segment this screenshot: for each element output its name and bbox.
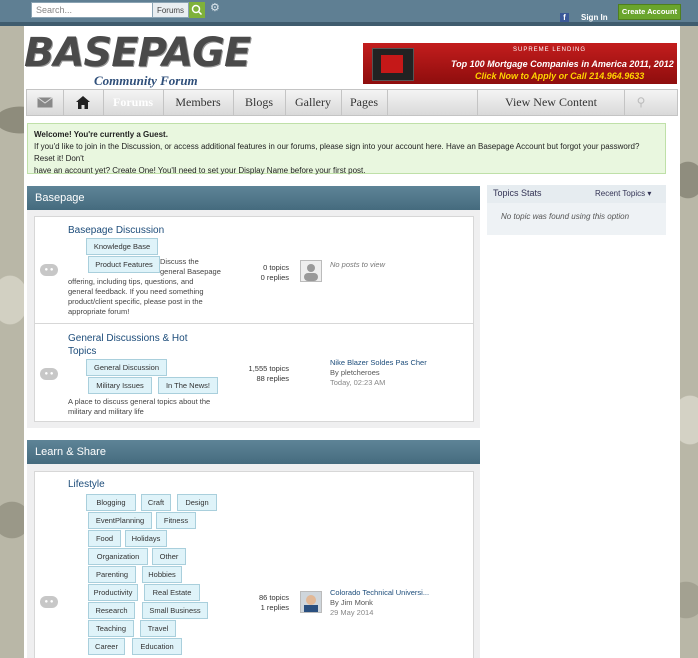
- ad-line-2: Click Now to Apply or Call 214.964.9633: [475, 71, 645, 81]
- forum-row: ● ● General Discussions & Hot Topics Gen…: [34, 324, 474, 422]
- subforum-tag[interactable]: Research: [88, 602, 135, 619]
- last-post-title[interactable]: Colorado Technical Universi...: [330, 588, 429, 598]
- location-icon[interactable]: ⚲: [623, 90, 659, 115]
- house-icon: [76, 96, 90, 109]
- messages-icon[interactable]: [27, 90, 64, 115]
- category-header-learn-share[interactable]: Learn & Share: [27, 440, 480, 464]
- category-header-basepage[interactable]: Basepage: [27, 186, 480, 210]
- nav-item-gallery[interactable]: Gallery: [285, 90, 342, 115]
- welcome-message: Welcome! You're currently a Guest. If yo…: [27, 123, 666, 175]
- forum-status-icon: ● ●: [40, 368, 58, 380]
- search-icon: [191, 4, 203, 16]
- forum-title-link[interactable]: Lifestyle: [68, 478, 105, 491]
- subforum-tag[interactable]: Organization: [88, 548, 148, 565]
- forum-row: ● ● Lifestyle Blogging Craft Design Even…: [34, 471, 474, 658]
- subforum-tag[interactable]: Other: [152, 548, 186, 565]
- search-button[interactable]: [189, 2, 205, 18]
- forum-title-link[interactable]: Basepage Discussion: [68, 224, 164, 237]
- sign-in-link[interactable]: Sign In: [581, 13, 608, 22]
- forum-description: Discuss the general Basepage: [160, 257, 221, 276]
- last-post-date: Today, 02:23 AM: [330, 378, 386, 387]
- forum-stats: 86 topics 1 replies: [258, 593, 289, 612]
- forum-description-cont: offering, including tips, questions, and…: [68, 277, 204, 316]
- forum-status-icon: ● ●: [40, 264, 58, 276]
- logo-main-text: BASEPAGE: [24, 30, 251, 76]
- last-post-author: By pletcheroes: [330, 368, 380, 377]
- subforum-tag[interactable]: Small Business: [142, 602, 208, 619]
- envelope-icon: [37, 97, 53, 108]
- avatar: [300, 260, 322, 282]
- subforum-tag[interactable]: Teaching: [88, 620, 134, 637]
- subforum-tag[interactable]: Education: [132, 638, 182, 655]
- search-input[interactable]: Search...: [31, 2, 153, 18]
- nav-item-forums[interactable]: Forums: [103, 90, 164, 115]
- last-post: Colorado Technical Universi... By Jim Mo…: [330, 588, 429, 618]
- nav-item-pages[interactable]: Pages: [341, 90, 388, 115]
- welcome-line-2: have an account yet? Create One! You'll …: [34, 166, 366, 175]
- subforum-tag[interactable]: Military Issues: [88, 377, 152, 394]
- user-silhouette-icon: [304, 264, 318, 281]
- forum-row: ● ● Basepage Discussion Knowledge Base P…: [34, 216, 474, 324]
- ad-logo-icon: [372, 48, 414, 81]
- sidebar-title: Topics Stats: [493, 188, 542, 198]
- ad-line-1: Top 100 Mortgage Companies in America 20…: [451, 59, 674, 69]
- subforum-tag[interactable]: Real Estate: [144, 584, 200, 601]
- forum-description: A place to discuss general topics about …: [68, 397, 211, 416]
- facebook-icon[interactable]: f: [560, 13, 569, 22]
- subforum-tag[interactable]: Hobbies: [142, 566, 182, 583]
- site-logo[interactable]: BASEPAGE Community Forum: [24, 33, 251, 89]
- forum-stats: 1,555 topics 88 replies: [248, 364, 289, 383]
- subforum-tag[interactable]: Blogging: [86, 494, 136, 511]
- logo-subtitle: Community Forum: [94, 73, 198, 88]
- subforum-tag[interactable]: Parenting: [88, 566, 136, 583]
- ad-banner[interactable]: SUPREME LENDING Top 100 Mortgage Compani…: [363, 43, 677, 84]
- last-post-title[interactable]: Nike Blazer Soldes Pas Cher: [330, 358, 427, 368]
- avatar: [300, 591, 322, 613]
- subforum-tag[interactable]: Fitness: [156, 512, 196, 529]
- sidebar-body: No topic was found using this option: [487, 203, 666, 235]
- chevron-down-icon: ▾: [647, 189, 652, 198]
- main-nav: Forums Members Blogs Gallery Pages View …: [26, 89, 678, 116]
- user-photo-icon: [301, 592, 321, 612]
- gear-icon[interactable]: ⚙: [210, 3, 220, 14]
- last-post: Nike Blazer Soldes Pas Cher By pletchero…: [330, 358, 427, 388]
- subforum-tag[interactable]: In The News!: [158, 377, 218, 394]
- create-account-button[interactable]: Create Account: [618, 4, 681, 20]
- last-post-date: 29 May 2014: [330, 608, 374, 617]
- subforum-tag[interactable]: Productivity: [88, 584, 138, 601]
- welcome-line-1: If you'd like to join in the Discussion,…: [34, 142, 640, 163]
- subforum-tag[interactable]: Holidays: [125, 530, 167, 547]
- nav-item-members[interactable]: Members: [163, 90, 234, 115]
- forum-status-icon: ● ●: [40, 596, 58, 608]
- search-bar: Search... Forums: [31, 2, 207, 20]
- subforum-tag[interactable]: Product Features: [88, 256, 160, 273]
- welcome-title: Welcome! You're currently a Guest.: [34, 130, 168, 139]
- recent-topics-dropdown[interactable]: Recent Topics ▾: [595, 189, 651, 198]
- subforum-tag[interactable]: Travel: [140, 620, 176, 637]
- subforum-tag[interactable]: General Discussion: [86, 359, 167, 376]
- subforum-tag[interactable]: Food: [88, 530, 121, 547]
- subforum-tag[interactable]: Design: [177, 494, 217, 511]
- subforum-tag[interactable]: Knowledge Base: [86, 238, 158, 255]
- subforum-tag[interactable]: EventPlanning: [88, 512, 152, 529]
- home-icon[interactable]: [63, 90, 104, 115]
- sidebar-topics-stats: Topics Stats Recent Topics ▾: [487, 185, 666, 204]
- ad-brand: SUPREME LENDING: [513, 47, 587, 53]
- forum-title-link[interactable]: General Discussions & Hot Topics: [68, 332, 188, 358]
- subforum-tag[interactable]: Craft: [141, 494, 171, 511]
- nav-item-blogs[interactable]: Blogs: [233, 90, 286, 115]
- sidebar-empty-text: No topic was found using this option: [501, 212, 630, 221]
- last-post-empty: No posts to view: [330, 260, 386, 269]
- forum-stats: 0 topics 0 replies: [260, 263, 289, 282]
- subforum-tag[interactable]: Career: [88, 638, 125, 655]
- search-scope-select[interactable]: Forums: [153, 2, 189, 18]
- view-new-content-link[interactable]: View New Content: [477, 90, 625, 115]
- last-post-author: By Jim Monk: [330, 598, 373, 607]
